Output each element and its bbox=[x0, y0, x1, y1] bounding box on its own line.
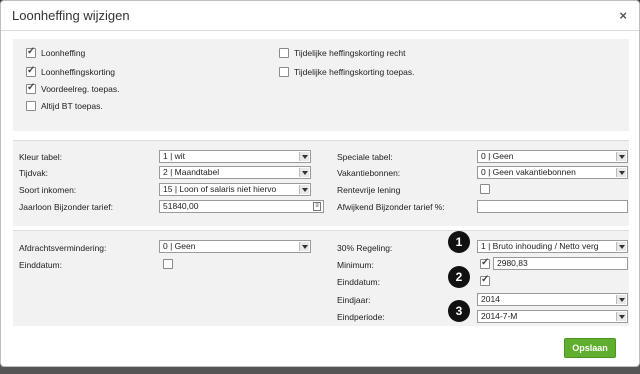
jaarloon-input[interactable]: 51840,00 ≡ bbox=[159, 200, 324, 213]
chevron-down-icon bbox=[616, 168, 626, 177]
vakantiebonnen-select[interactable]: 0 | Geen vakantiebonnen bbox=[477, 166, 628, 179]
callout-badge-1: 1 bbox=[448, 231, 470, 253]
minimum-input[interactable]: 2980,83 bbox=[493, 257, 628, 270]
tijdvak-value: 2 | Maandtabel bbox=[163, 167, 220, 177]
jaarloon-label: Jaarloon Bijzonder tarief: bbox=[19, 202, 114, 212]
tijdelijke-recht-checkbox[interactable] bbox=[279, 48, 289, 58]
regeling30-value: 1 | Bruto inhouding / Netto verg bbox=[481, 241, 599, 251]
speciale-tabel-value: 0 | Geen bbox=[481, 151, 514, 161]
afdracht-select[interactable]: 0 | Geen bbox=[159, 240, 311, 253]
dialog-title: Loonheffing wijzigen bbox=[12, 8, 130, 23]
minimum-checkbox[interactable] bbox=[480, 257, 490, 269]
loonheffing-dialog: Loonheffing wijzigen × Loonheffing Loonh… bbox=[0, 0, 640, 367]
einddatum-left-checkbox[interactable] bbox=[163, 259, 173, 269]
calculator-icon[interactable]: ≡ bbox=[313, 202, 321, 211]
afdracht-value: 0 | Geen bbox=[163, 241, 196, 251]
chevron-down-icon bbox=[616, 152, 626, 161]
kleur-tabel-value: 1 | wit bbox=[163, 151, 186, 161]
tijdelijke-toepas-checkbox[interactable] bbox=[279, 67, 289, 77]
soort-inkomen-value: 15 | Loon of salaris niet hiervo bbox=[163, 184, 277, 194]
speciale-tabel-label: Speciale tabel: bbox=[337, 152, 393, 162]
rentevrije-checkbox[interactable] bbox=[480, 184, 490, 194]
tijdelijke-toepas-label: Tijdelijke heffingskorting toepas. bbox=[294, 67, 415, 77]
page-backdrop bbox=[0, 366, 640, 374]
chevron-down-icon bbox=[299, 168, 309, 177]
soort-inkomen-select[interactable]: 15 | Loon of salaris niet hiervo bbox=[159, 183, 311, 196]
chevron-down-icon bbox=[299, 185, 309, 194]
tijdvak-select[interactable]: 2 | Maandtabel bbox=[159, 166, 311, 179]
jaarloon-value: 51840,00 bbox=[163, 201, 199, 211]
minimum-value: 2980,83 bbox=[497, 258, 528, 268]
save-button[interactable]: Opslaan bbox=[564, 338, 616, 358]
einddatum-right-label: Einddatum: bbox=[337, 277, 380, 287]
afwijkend-input[interactable] bbox=[477, 200, 628, 213]
tijdelijke-recht-label: Tijdelijke heffingskorting recht bbox=[294, 48, 406, 58]
loonheffingskorting-checkbox[interactable] bbox=[26, 65, 36, 77]
loonheffing-checkbox[interactable] bbox=[26, 46, 36, 58]
afdracht-label: Afdrachtsvermindering: bbox=[19, 243, 107, 253]
eindjaar-label: Eindjaar: bbox=[337, 295, 371, 305]
einddatum-right-checkbox[interactable] bbox=[480, 274, 490, 286]
chevron-down-icon bbox=[299, 242, 309, 251]
eindperiode-value: 2014-7-M bbox=[481, 311, 518, 321]
eindperiode-select[interactable]: 2014-7-M bbox=[477, 310, 628, 323]
soort-inkomen-label: Soort inkomen: bbox=[19, 185, 77, 195]
voordeelreg-label: Voordeelreg. toepas. bbox=[41, 84, 120, 94]
speciale-tabel-select[interactable]: 0 | Geen bbox=[477, 150, 628, 163]
kleur-tabel-select[interactable]: 1 | wit bbox=[159, 150, 311, 163]
eindperiode-label: Eindperiode: bbox=[337, 312, 385, 322]
chevron-down-icon bbox=[299, 152, 309, 161]
minimum-label: Minimum: bbox=[337, 260, 374, 270]
kleur-tabel-label: Kleur tabel: bbox=[19, 152, 62, 162]
loonheffingskorting-label: Loonheffingskorting bbox=[41, 67, 116, 77]
chevron-down-icon bbox=[616, 312, 626, 321]
vakantiebonnen-value: 0 | Geen vakantiebonnen bbox=[481, 167, 576, 177]
regeling30-select[interactable]: 1 | Bruto inhouding / Netto verg bbox=[477, 240, 628, 253]
chevron-down-icon bbox=[616, 242, 626, 251]
loonheffing-label: Loonheffing bbox=[41, 48, 86, 58]
callout-badge-2: 2 bbox=[448, 266, 470, 288]
eindjaar-value: 2014 bbox=[481, 294, 500, 304]
tijdvak-label: Tijdvak: bbox=[19, 168, 48, 178]
regeling30-label: 30% Regeling: bbox=[337, 243, 393, 253]
vakantiebonnen-label: Vakantiebonnen: bbox=[337, 168, 401, 178]
eindjaar-select[interactable]: 2014 bbox=[477, 293, 628, 306]
callout-badge-3: 3 bbox=[448, 300, 470, 322]
rentevrije-label: Rentevrije lening bbox=[337, 185, 401, 195]
voordeelreg-checkbox[interactable] bbox=[26, 82, 36, 94]
dialog-titlebar: Loonheffing wijzigen × bbox=[1, 1, 639, 31]
altijd-bt-checkbox[interactable] bbox=[26, 101, 36, 111]
altijd-bt-label: Altijd BT toepas. bbox=[41, 101, 103, 111]
afwijkend-label: Afwijkend Bijzonder tarief %: bbox=[337, 202, 445, 212]
einddatum-left-label: Einddatum: bbox=[19, 260, 62, 270]
chevron-down-icon bbox=[616, 295, 626, 304]
close-icon[interactable]: × bbox=[619, 8, 627, 23]
